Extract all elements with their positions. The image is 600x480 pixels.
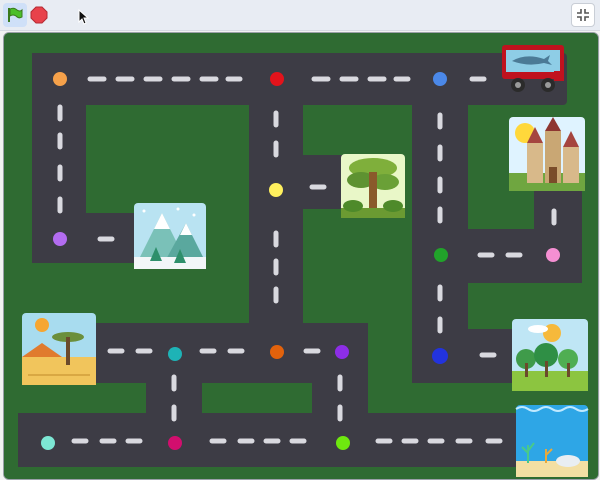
jungle-tree-landmark bbox=[341, 154, 405, 218]
checkpoint-dot bbox=[53, 72, 67, 86]
snowy-mountains-landmark bbox=[134, 203, 206, 269]
checkpoint-dot bbox=[270, 72, 284, 86]
checkpoint-dot bbox=[269, 183, 283, 197]
savanna-tree-landmark bbox=[22, 313, 96, 385]
exit-fullscreen-icon bbox=[577, 9, 589, 21]
green-flag-icon bbox=[8, 7, 23, 22]
checkpoint-dot bbox=[434, 248, 448, 262]
checkpoint-dot bbox=[41, 436, 55, 450]
mouse-cursor-icon bbox=[78, 9, 90, 25]
checkpoint-dot bbox=[546, 248, 560, 262]
player-toolbar bbox=[0, 0, 600, 31]
checkpoint-dot bbox=[270, 345, 284, 359]
game-stage bbox=[3, 32, 599, 480]
castle-landmark bbox=[509, 117, 585, 191]
forest-meadow-landmark bbox=[512, 319, 588, 391]
road-map bbox=[4, 33, 598, 479]
checkpoint-dot bbox=[168, 347, 182, 361]
stop-button[interactable] bbox=[27, 3, 51, 27]
checkpoint-dot bbox=[336, 436, 350, 450]
exit-fullscreen-button[interactable] bbox=[571, 3, 595, 27]
underwater-landmark bbox=[515, 405, 589, 477]
checkpoint-dot bbox=[433, 72, 447, 86]
checkpoint-dot bbox=[53, 232, 67, 246]
stop-icon bbox=[30, 6, 48, 24]
checkpoint-dot bbox=[168, 436, 182, 450]
green-flag-button[interactable] bbox=[3, 3, 27, 27]
checkpoint-dot bbox=[335, 345, 349, 359]
checkpoint-dot bbox=[432, 348, 448, 364]
